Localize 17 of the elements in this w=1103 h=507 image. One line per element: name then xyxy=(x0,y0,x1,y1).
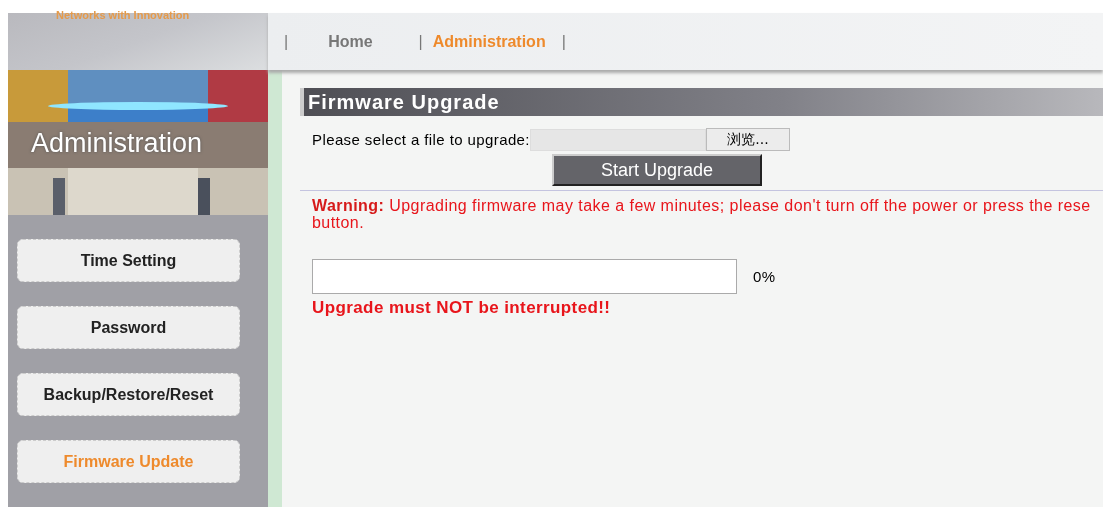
warning-text: button. xyxy=(312,214,366,231)
sidebar-item[interactable]: Time Setting xyxy=(17,239,240,282)
nav-separator: | xyxy=(284,32,289,51)
banner-title: Administration xyxy=(31,128,203,159)
panel-title: Firmware Upgrade xyxy=(300,88,1103,116)
file-label: Please select a file to upgrade: xyxy=(312,131,530,148)
nav-separator: | xyxy=(418,32,423,51)
nav-separator: | xyxy=(561,32,566,51)
warning-text: Warning: Upgrading firmware may take a few minutes; please don't turn off the power or press the rese xyxy=(312,197,1092,214)
sidebar-item[interactable]: Password xyxy=(17,306,240,349)
sidebar-item[interactable]: Backup/Restore/Reset xyxy=(17,373,240,416)
start-upgrade-button[interactable]: Start Upgrade xyxy=(552,154,762,186)
progress-reading: 0% xyxy=(753,268,776,285)
nav-link[interactable]: Home xyxy=(328,32,373,51)
notice-text: Upgrade must NOT be interrupted!! xyxy=(312,298,612,318)
browse-button[interactable]: 浏览... xyxy=(705,128,790,151)
logo-tagline: Networks with Innovation xyxy=(56,9,190,21)
